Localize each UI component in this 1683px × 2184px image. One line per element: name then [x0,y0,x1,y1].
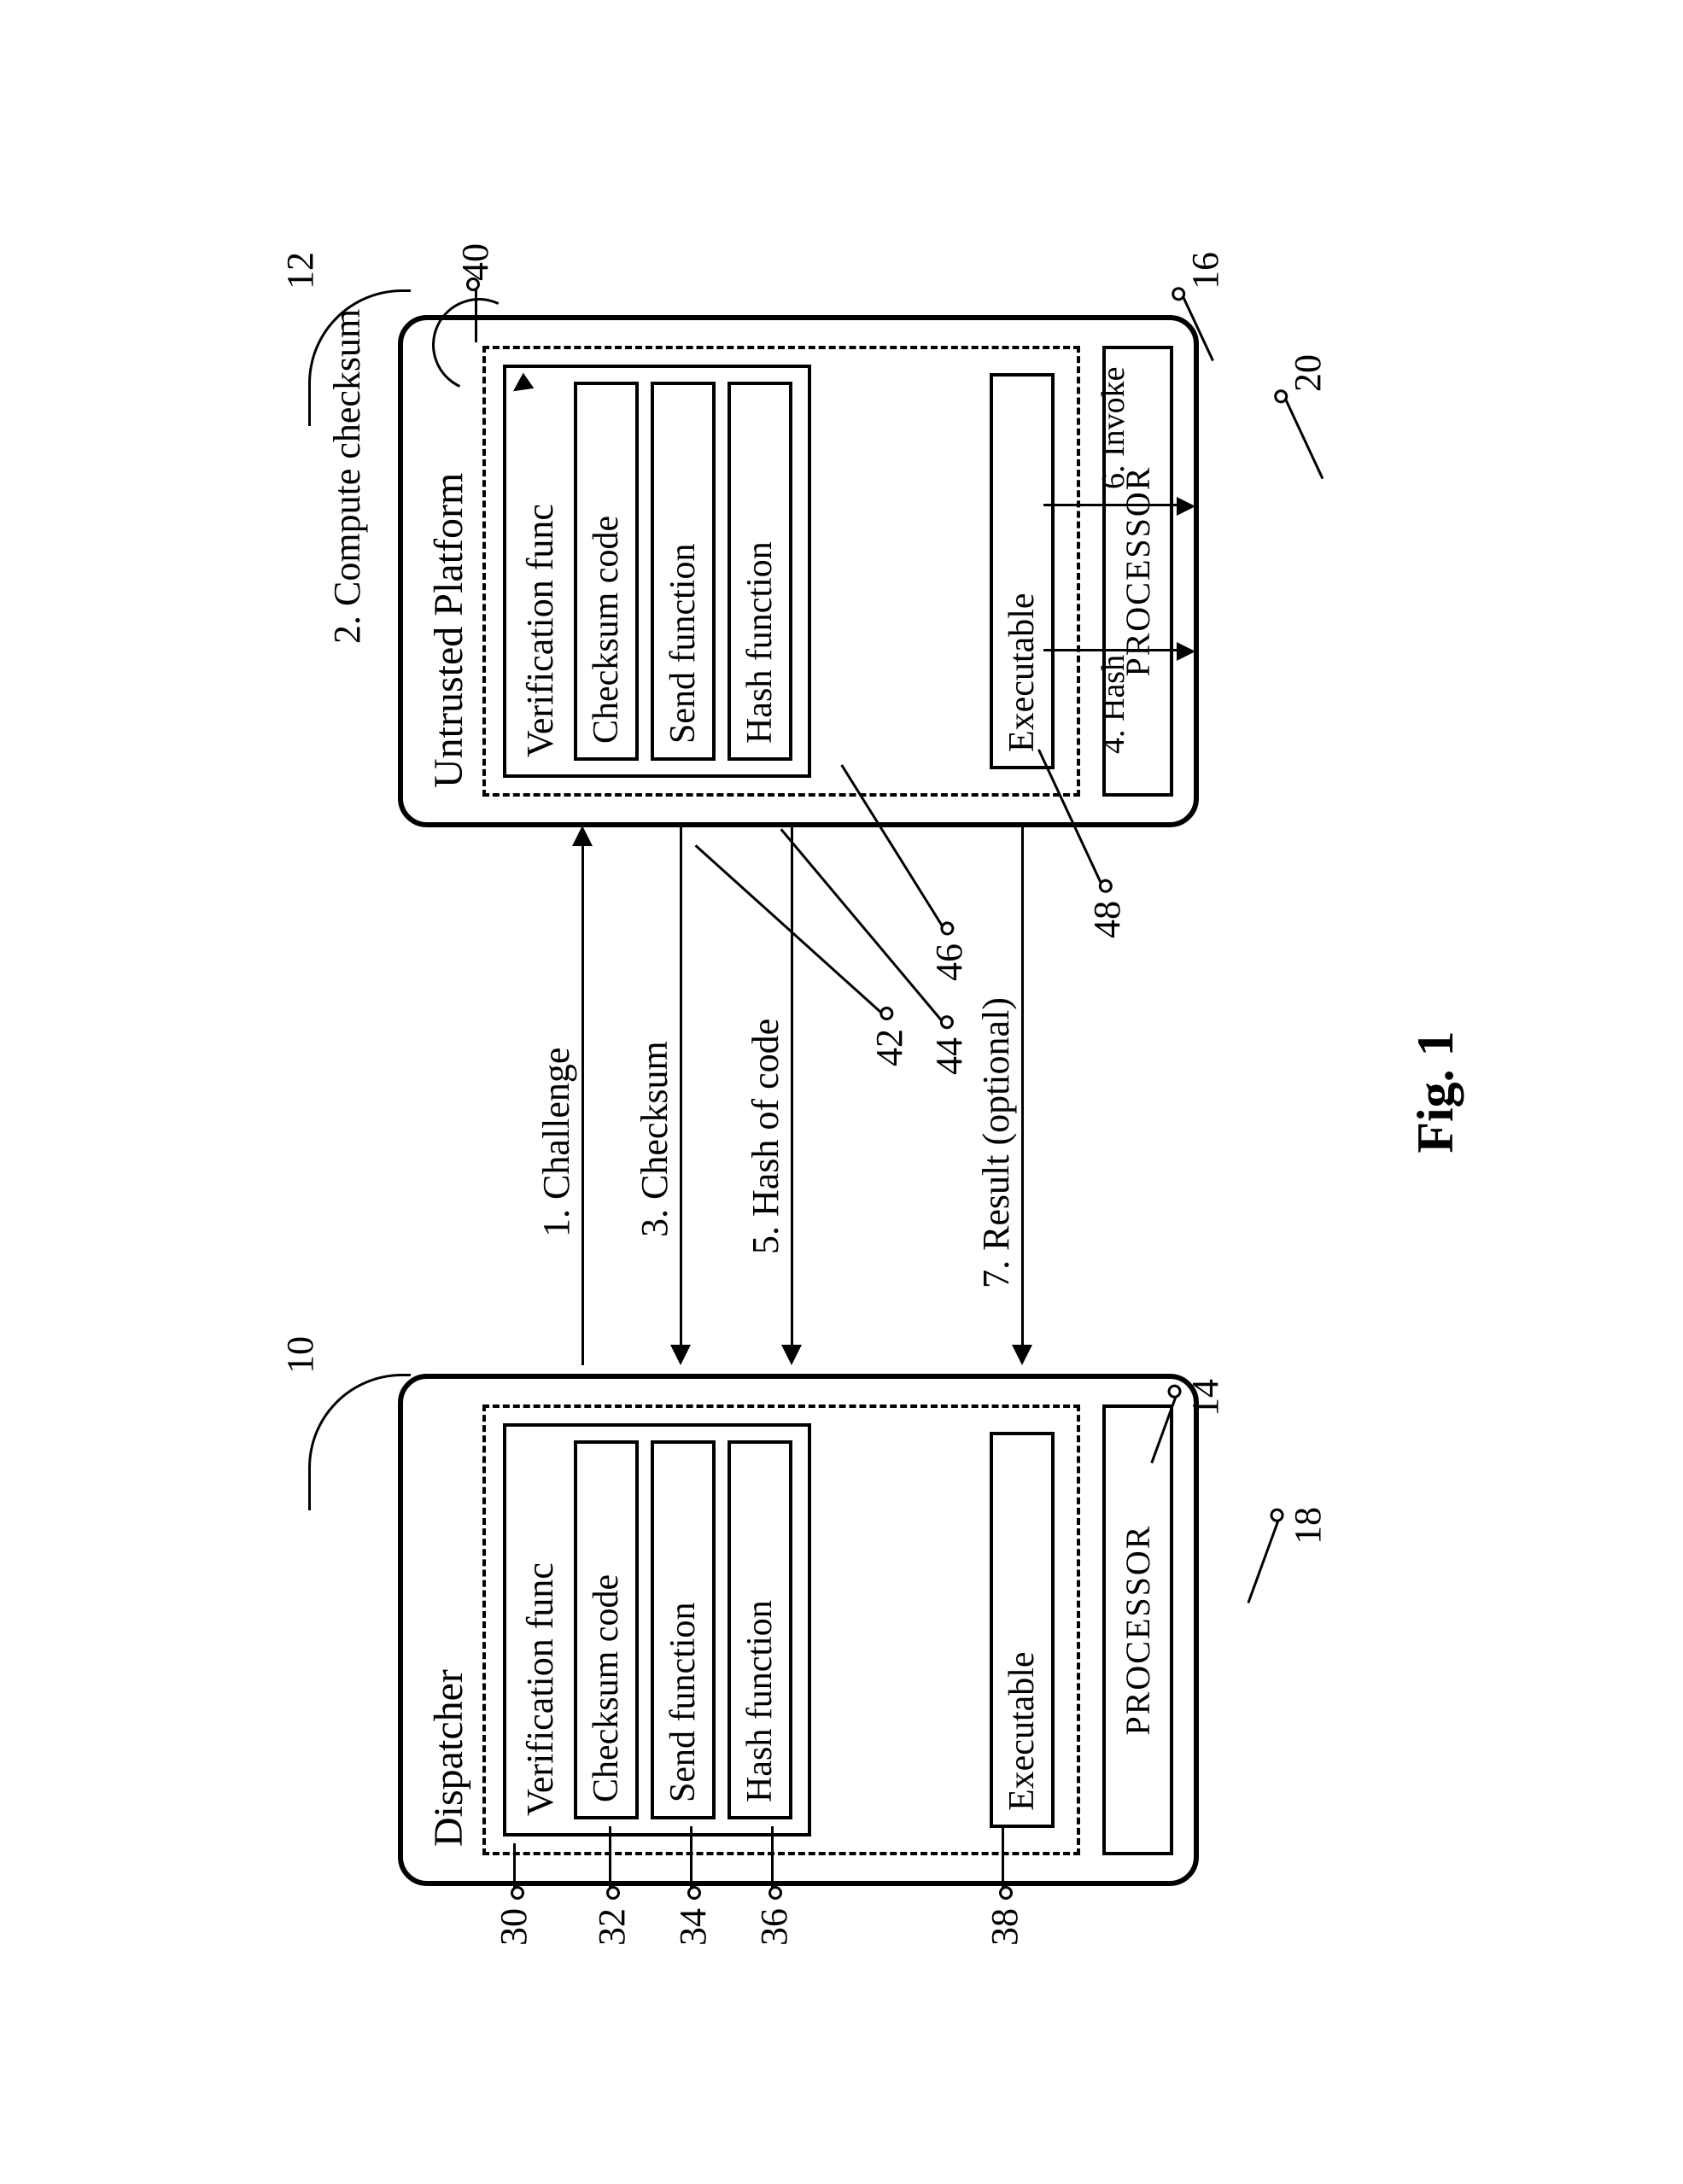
dispatcher-checksum-code: Checksum code [574,1440,639,1819]
ref-38: 38 [983,1908,1026,1946]
leader-38 [1002,1826,1004,1895]
ref-30: 30 [492,1908,535,1946]
ref-40: 40 [453,243,497,281]
dispatcher-send-function: Send function [651,1440,716,1819]
leader-30 [513,1843,516,1895]
label-step4: 4. Hash [1095,655,1132,754]
untrusted-checksum-code: Checksum code [574,382,639,761]
arrow-hash-to-exe-1 [1043,649,1180,651]
arrow-invoke-head [1177,497,1195,516]
leader-34 [690,1826,692,1895]
ref-14: 14 [1183,1379,1227,1416]
label-step7: 7. Result (optional) [974,997,1018,1288]
ref-12: 12 [278,252,322,289]
leader-20 [1282,393,1324,479]
leader-36 [771,1826,774,1895]
leader-40 [475,283,477,342]
label-step5: 5. Hash of code [744,1019,787,1254]
untrusted-memory: Verification func Checksum code Send fun… [482,346,1080,797]
leader-32 [609,1826,611,1895]
untrusted-send-function: Send function [651,382,716,761]
untrusted-hash-function: Hash function [728,382,792,761]
leader-10 [308,1374,411,1510]
ref-44: 44 [927,1037,971,1075]
label-step1: 1. Challenge [535,1048,578,1237]
label-step6: 6. Invoke [1095,366,1132,489]
ref-34: 34 [671,1908,715,1946]
ref-42: 42 [868,1029,911,1066]
ref-10: 10 [278,1336,322,1374]
figure-label: Fig. 1 [1406,196,1465,1988]
ref-18: 18 [1286,1507,1329,1545]
arrow-invoke [1043,504,1180,506]
dispatcher-processor: PROCESSOR [1102,1404,1173,1855]
untrusted-title: Untrusted Platform [425,346,472,797]
untrusted-verification-func: Verification func Checksum code Send fun… [503,365,811,778]
untrusted-vfunc-label: Verification func [518,382,562,761]
dispatcher-title: Dispatcher [425,1404,472,1855]
leader-12 [308,289,411,426]
dispatcher-hash-function: Hash function [728,1440,792,1819]
dispatcher-memory: Verification func Checksum code Send fun… [482,1404,1080,1855]
untrusted-executable: Executable [990,373,1055,769]
ref-36: 36 [752,1908,796,1946]
leader-18 [1247,1514,1281,1603]
arrow-hash-head-1 [1177,642,1195,661]
dispatcher-platform: Dispatcher Verification func Checksum co… [398,1374,1199,1886]
dispatcher-vfunc-label: Verification func [518,1440,562,1819]
label-step3: 3. Checksum [633,1041,676,1237]
ref-48: 48 [1085,901,1129,938]
ref-20: 20 [1286,354,1329,392]
dispatcher-verification-func: Verification func Checksum code Send fun… [503,1423,811,1837]
ref-46: 46 [927,943,971,981]
dispatcher-executable: Executable [990,1432,1055,1828]
ref-16: 16 [1183,252,1227,289]
ref-32: 32 [590,1908,634,1946]
